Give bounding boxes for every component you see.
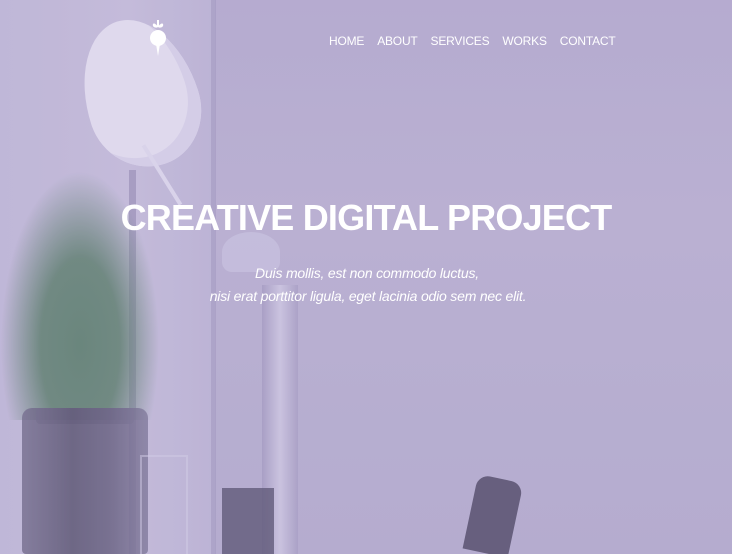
nav-works[interactable]: WORKS xyxy=(502,34,547,48)
nav-contact[interactable]: CONTACT xyxy=(560,34,616,48)
hero-subtitle: Duis mollis, est non commodo luctus, nis… xyxy=(0,262,732,308)
nav-about[interactable]: ABOUT xyxy=(377,34,418,48)
main-nav: HOME ABOUT SERVICES WORKS CONTACT xyxy=(329,34,616,48)
hero-section: HOME ABOUT SERVICES WORKS CONTACT CREATI… xyxy=(0,0,732,554)
nav-home[interactable]: HOME xyxy=(329,34,364,48)
hero-title: CREATIVE DIGITAL PROJECT xyxy=(0,196,732,240)
radish-icon xyxy=(150,20,166,56)
nav-services[interactable]: SERVICES xyxy=(431,34,490,48)
hero-subtitle-line-1: Duis mollis, est non commodo luctus, xyxy=(255,265,479,281)
hero-title-text: CREATIVE DIGITAL PROJECT xyxy=(120,197,613,238)
logo-link[interactable] xyxy=(144,18,172,58)
hero-subtitle-line-2: nisi erat porttitor ligula, eget lacinia… xyxy=(209,288,527,304)
